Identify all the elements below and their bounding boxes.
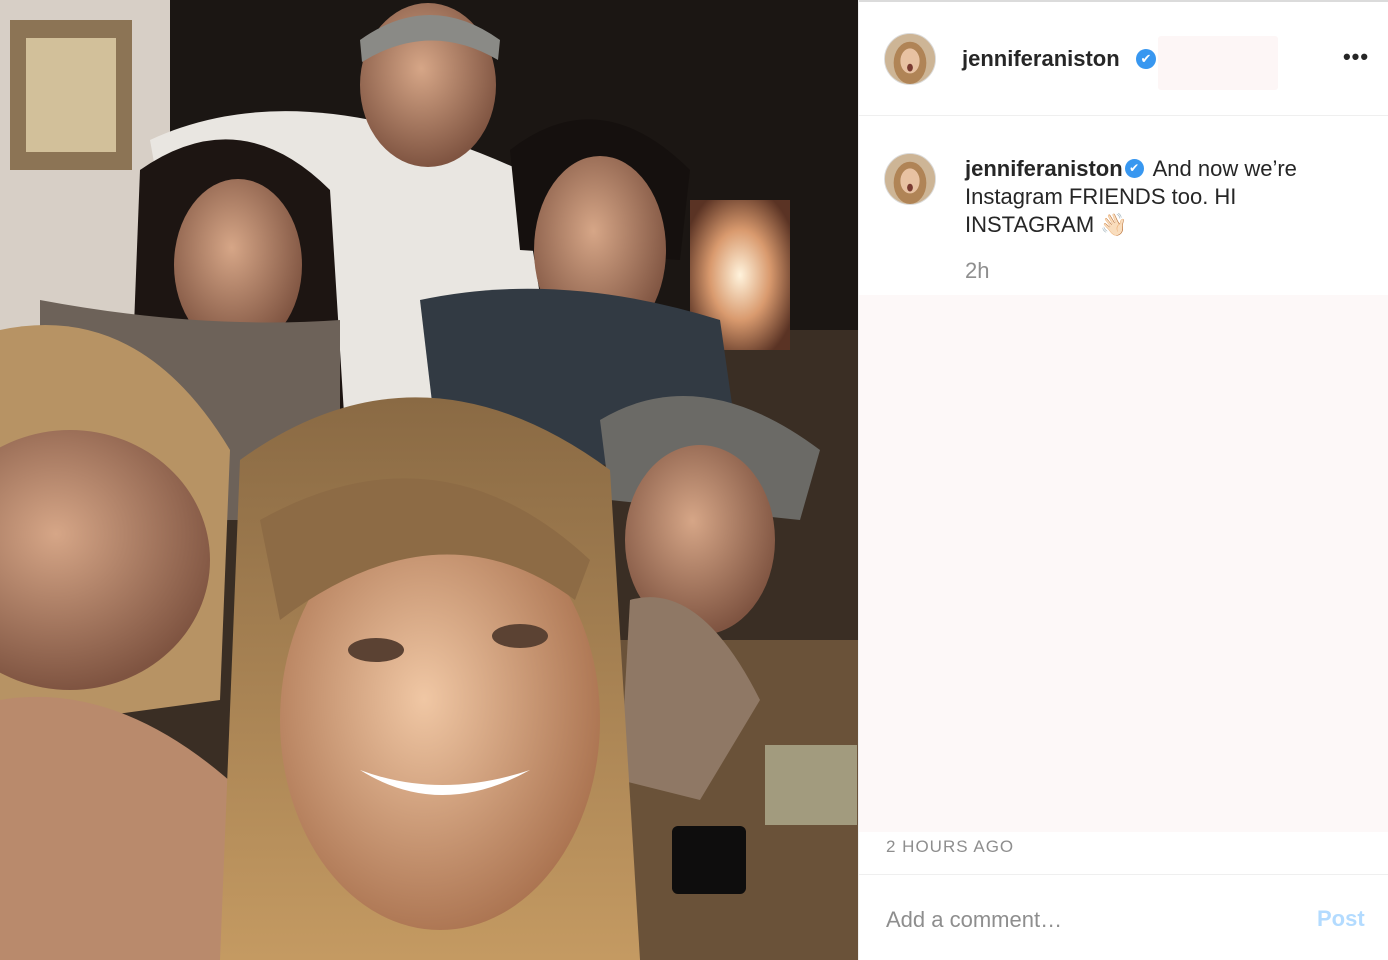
follow-placeholder [1158, 36, 1278, 90]
post-header: jenniferaniston ✔ ••• [859, 2, 1388, 116]
author-avatar-image [885, 34, 935, 84]
author-username[interactable]: jenniferaniston [962, 46, 1120, 72]
caption-username[interactable]: jenniferaniston [965, 156, 1123, 181]
verified-badge-icon: ✔ [1136, 49, 1156, 69]
caption-avatar-image [885, 154, 935, 204]
post-details-panel: jenniferaniston ✔ ••• jenniferaniston ✔ A… [858, 0, 1388, 960]
caption-time[interactable]: 2h [965, 258, 989, 284]
comments-list-empty [859, 295, 1388, 832]
divider [859, 874, 1388, 875]
verified-badge-icon: ✔ [1124, 158, 1144, 178]
post-photo[interactable] [0, 0, 858, 960]
author-avatar[interactable] [884, 33, 936, 85]
post-caption: jenniferaniston ✔ And now we’re Instagram… [965, 155, 1345, 239]
post-timestamp[interactable]: 2 HOURS AGO [886, 837, 1014, 857]
caption-avatar[interactable] [884, 153, 936, 205]
add-comment-input[interactable] [886, 902, 1286, 938]
post-comment-button[interactable]: Post [1317, 906, 1365, 932]
post-photo-image [0, 0, 858, 960]
waving-hand-icon: 👋🏻 [1100, 212, 1128, 237]
more-options-icon[interactable]: ••• [1341, 46, 1371, 72]
comments-area: jenniferaniston ✔ And now we’re Instagram… [859, 117, 1388, 833]
